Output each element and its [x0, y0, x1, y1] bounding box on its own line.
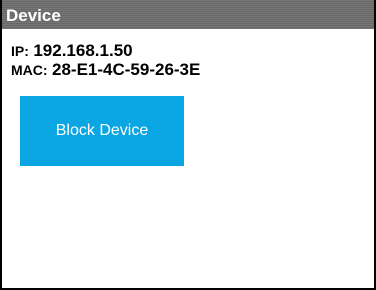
- ip-label: IP:: [11, 43, 29, 59]
- mac-value: 28-E1-4C-59-26-3E: [52, 60, 201, 79]
- block-device-button[interactable]: Block Device: [20, 96, 184, 166]
- mac-row: MAC: 28-E1-4C-59-26-3E: [11, 60, 200, 81]
- ip-row: IP: 192.168.1.50: [11, 41, 133, 62]
- device-panel: Device IP: 192.168.1.50 MAC: 28-E1-4C-59…: [0, 0, 376, 290]
- title-bar: Device: [2, 0, 374, 29]
- mac-label: MAC:: [11, 62, 48, 78]
- window-title: Device: [6, 6, 61, 25]
- ip-value: 192.168.1.50: [33, 41, 133, 60]
